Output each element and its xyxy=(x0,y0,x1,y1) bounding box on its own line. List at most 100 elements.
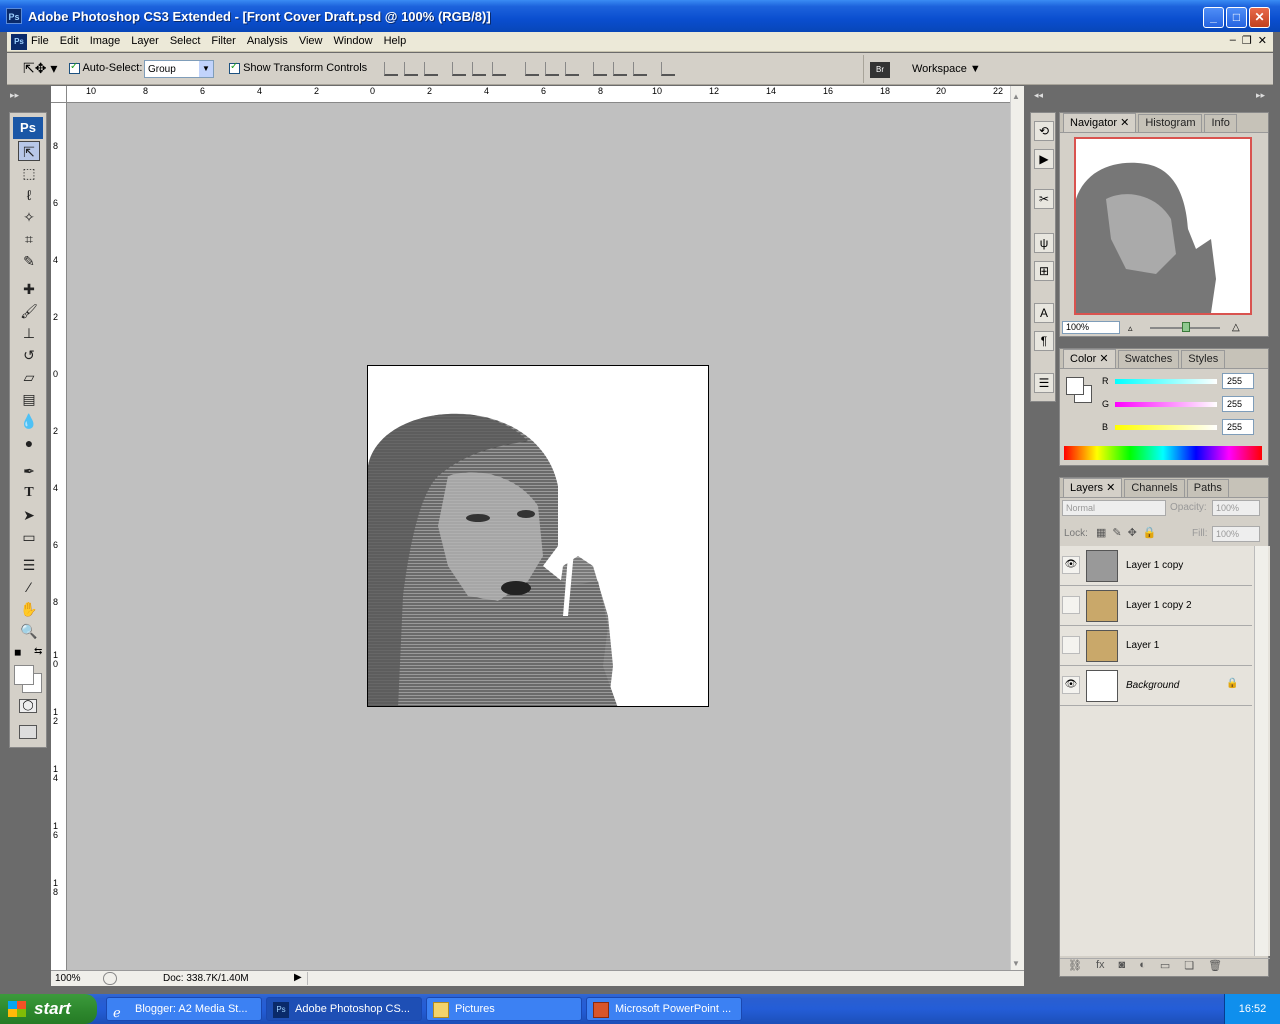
menu-select[interactable]: Select xyxy=(170,35,201,47)
shape-tool-icon[interactable]: ▭ xyxy=(18,527,40,547)
link-layers-icon[interactable]: ⛓ xyxy=(1068,959,1082,976)
red-slider[interactable] xyxy=(1115,379,1217,384)
horizontal-scrollbar[interactable] xyxy=(307,972,1007,985)
workspace-menu[interactable]: Workspace ▼ xyxy=(912,63,981,75)
show-transform-checkbox[interactable] xyxy=(229,61,240,74)
scroll-up-icon[interactable]: ▲ xyxy=(1012,92,1020,101)
auto-align-icon[interactable] xyxy=(661,62,675,76)
align-top-icon[interactable] xyxy=(384,62,398,76)
menu-layer[interactable]: Layer xyxy=(131,35,159,47)
slice-tool-icon[interactable]: ✎ xyxy=(18,251,40,271)
opacity-field[interactable]: 100% xyxy=(1212,500,1260,516)
menu-analysis[interactable]: Analysis xyxy=(247,35,288,47)
layer-style-icon[interactable]: fx xyxy=(1096,959,1105,976)
task-powerpoint[interactable]: Microsoft PowerPoint ... xyxy=(586,997,742,1021)
type-tool-icon[interactable]: T xyxy=(18,483,40,503)
blue-slider[interactable] xyxy=(1115,425,1217,430)
tab-styles[interactable]: Styles xyxy=(1181,350,1226,368)
align-vcenter-icon[interactable] xyxy=(404,62,418,76)
distribute-left-icon[interactable] xyxy=(593,62,607,76)
history-brush-tool-icon[interactable]: ↺ xyxy=(18,345,40,365)
layer-row[interactable]: Layer 1 xyxy=(1060,626,1252,666)
clone-source-icon[interactable]: ⊞ xyxy=(1034,261,1054,281)
blue-value-field[interactable]: 255 xyxy=(1222,419,1254,435)
layer-comps-icon[interactable]: ☰ xyxy=(1034,373,1054,393)
red-value-field[interactable]: 255 xyxy=(1222,373,1254,389)
bridge-icon[interactable]: Br xyxy=(870,62,890,78)
green-slider[interactable] xyxy=(1115,402,1217,407)
start-button[interactable]: start xyxy=(0,994,97,1024)
swap-colors-icon[interactable]: ⇆ xyxy=(34,646,42,657)
tool-presets-icon[interactable]: ✂ xyxy=(1034,189,1054,209)
task-blogger[interactable]: ℯ Blogger: A2 Media St... xyxy=(106,997,262,1021)
foreground-color-swatch[interactable] xyxy=(14,665,34,685)
blur-tool-icon[interactable]: 💧 xyxy=(18,411,40,431)
distribute-bottom-icon[interactable] xyxy=(565,62,579,76)
zoom-tool-icon[interactable]: 🔍 xyxy=(18,621,40,641)
navigator-preview[interactable] xyxy=(1074,137,1252,315)
menu-help[interactable]: Help xyxy=(384,35,407,47)
quick-mask-icon[interactable]: ◯ xyxy=(19,699,37,713)
paragraph-panel-icon[interactable]: ¶ xyxy=(1034,331,1054,351)
eye-icon[interactable]: 👁 xyxy=(1062,556,1080,574)
layer-row[interactable]: Layer 1 copy 2 xyxy=(1060,586,1252,626)
character-panel-icon[interactable]: A xyxy=(1034,303,1054,323)
lock-pixels-icon[interactable]: ✎ xyxy=(1112,526,1121,539)
tab-swatches[interactable]: Swatches xyxy=(1117,350,1180,368)
screen-mode-icon[interactable] xyxy=(19,725,37,739)
tab-paths[interactable]: Paths xyxy=(1186,479,1229,497)
zoom-in-icon[interactable]: △ xyxy=(1232,322,1240,333)
magic-wand-tool-icon[interactable]: ✧ xyxy=(18,207,40,227)
layer-row[interactable]: 👁 Layer 1 copy xyxy=(1060,546,1252,586)
document-icon[interactable]: Ps xyxy=(11,34,27,50)
align-hcenter-icon[interactable] xyxy=(472,62,486,76)
tab-histogram[interactable]: Histogram xyxy=(1138,114,1203,132)
new-layer-icon[interactable]: ❏ xyxy=(1184,959,1194,976)
clone-stamp-tool-icon[interactable]: ⊥ xyxy=(18,323,40,343)
distribute-right-icon[interactable] xyxy=(633,62,647,76)
auto-select-dropdown[interactable]: Group ▼ xyxy=(144,60,214,78)
actions-panel-icon[interactable]: ▶ xyxy=(1034,149,1054,169)
doc-minimize-button[interactable]: – xyxy=(1230,34,1236,47)
ruler-origin[interactable] xyxy=(51,86,67,103)
green-value-field[interactable]: 255 xyxy=(1222,396,1254,412)
task-pictures[interactable]: Pictures xyxy=(426,997,582,1021)
collapse-toolbox-icon[interactable]: ▸▸ xyxy=(10,90,19,101)
layer-row[interactable]: 👁 Background 🔒 xyxy=(1060,666,1252,706)
auto-select-checkbox[interactable] xyxy=(69,61,80,74)
dodge-tool-icon[interactable]: ● xyxy=(18,433,40,453)
scroll-down-icon[interactable]: ▼ xyxy=(1012,959,1020,968)
healing-brush-tool-icon[interactable]: ✚ xyxy=(18,279,40,299)
notes-tool-icon[interactable]: ☰ xyxy=(18,555,40,575)
hand-tool-icon[interactable]: ✋ xyxy=(18,599,40,619)
lasso-tool-icon[interactable]: ℓ xyxy=(18,185,40,205)
delete-layer-icon[interactable]: 🗑 xyxy=(1208,959,1222,976)
menu-file[interactable]: File xyxy=(31,35,49,47)
task-photoshop[interactable]: Ps Adobe Photoshop CS... xyxy=(266,997,422,1021)
tab-color[interactable]: Color ✕ xyxy=(1063,349,1116,368)
blend-mode-dropdown[interactable]: Normal xyxy=(1062,500,1166,516)
doc-restore-button[interactable]: ❐ xyxy=(1242,34,1252,47)
tab-navigator[interactable]: Navigator ✕ xyxy=(1063,113,1137,132)
adjustment-layer-icon[interactable]: ◐ xyxy=(1139,959,1146,976)
tab-info[interactable]: Info xyxy=(1204,114,1237,132)
menu-window[interactable]: Window xyxy=(333,35,372,47)
lock-all-icon[interactable]: 🔒 xyxy=(1143,526,1157,539)
visibility-toggle[interactable] xyxy=(1062,636,1080,654)
distribute-vcenter-icon[interactable] xyxy=(545,62,559,76)
eye-icon[interactable]: 👁 xyxy=(1062,676,1080,694)
crop-tool-icon[interactable]: ⌗ xyxy=(18,229,40,249)
horizontal-ruler[interactable]: 10 8 6 4 2 0 2 4 6 8 10 12 14 16 18 20 2… xyxy=(67,86,1010,103)
eyedropper-tool-icon[interactable]: ⁄ xyxy=(18,577,40,597)
menu-edit[interactable]: Edit xyxy=(60,35,79,47)
menu-image[interactable]: Image xyxy=(90,35,121,47)
color-foreground-swatch[interactable] xyxy=(1066,377,1084,395)
status-menu-icon[interactable]: ▶ xyxy=(294,972,302,983)
fill-field[interactable]: 100% xyxy=(1212,526,1260,542)
align-right-icon[interactable] xyxy=(492,62,506,76)
new-group-icon[interactable]: ▭ xyxy=(1160,959,1170,976)
align-left-icon[interactable] xyxy=(452,62,466,76)
menu-filter[interactable]: Filter xyxy=(211,35,235,47)
lock-transparent-icon[interactable]: ▦ xyxy=(1096,526,1106,539)
path-selection-tool-icon[interactable]: ➤ xyxy=(18,505,40,525)
